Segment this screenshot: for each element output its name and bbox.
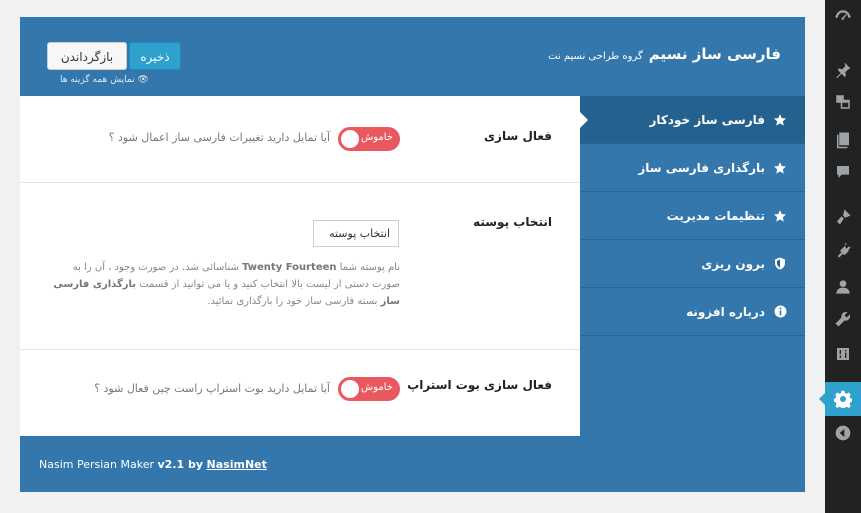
setting-question: آیا تمایل دارید بوت استراپ راست چین فعال…: [94, 382, 330, 395]
tools-icon[interactable]: [825, 302, 861, 336]
appearance-icon[interactable]: [825, 200, 861, 234]
nav-item-export[interactable]: برون ریزی: [580, 240, 805, 288]
show-all-options-link[interactable]: 👁 نمایش همه گزینه ها: [60, 75, 149, 85]
info-icon: [773, 305, 787, 319]
setting-label: انتخاب پوسته: [473, 215, 552, 229]
skin-desc-text: نام پوسته شما: [339, 262, 400, 273]
nav-item-label: برون ریزی: [701, 256, 765, 271]
setting-row-activate: فعال سازی خاموش آیا تمایل دارید تغییرات …: [20, 96, 580, 183]
panel-header: فارسی ساز نسیم گروه طراحی نسیم نت ذخیره …: [20, 17, 805, 96]
skin-desc-text: بسته فارسی ساز خود را بارگذاری نمائید.: [207, 296, 378, 307]
toggle-knob: [341, 380, 359, 398]
eye-icon: 👁: [137, 75, 149, 85]
setting-label: فعال سازی بوت استراپ: [407, 378, 552, 392]
setting-row-skin: انتخاب پوسته انتخاب پوسته نام پوسته شما …: [20, 183, 580, 350]
app-title: فارسی ساز نسیم: [648, 45, 781, 63]
media-icon[interactable]: [825, 85, 861, 119]
collapse-menu-icon[interactable]: [825, 416, 861, 450]
shield-icon: [773, 257, 787, 271]
admin-sidebar: [819, 0, 861, 513]
nav-item-upload-persian[interactable]: بارگذاری فارسی ساز: [580, 144, 805, 192]
nav-item-about[interactable]: درباره افزونه: [580, 288, 805, 336]
setting-label: فعال سازی: [484, 129, 552, 143]
toggle-state-label: خاموش: [361, 132, 393, 143]
nav-item-auto-persian[interactable]: فارسی ساز خودکار: [580, 96, 805, 144]
nav-item-admin-settings[interactable]: تنظیمات مدیریت: [580, 192, 805, 240]
title-group: فارسی ساز نسیم گروه طراحی نسیم نت: [548, 45, 781, 63]
app-subtitle: گروه طراحی نسیم نت: [548, 51, 643, 62]
comments-icon[interactable]: [825, 155, 861, 189]
skin-select[interactable]: انتخاب پوسته: [313, 220, 399, 247]
show-all-options-label: نمایش همه گزینه ها: [60, 75, 135, 85]
star-icon: [773, 209, 787, 223]
save-button[interactable]: ذخیره: [129, 42, 181, 70]
panel-footer: Nasim Persian Maker v2.1 by NasimNet: [39, 458, 267, 471]
options-content: فعال سازی خاموش آیا تمایل دارید تغییرات …: [20, 96, 580, 436]
footer-version: v2.1 by: [157, 458, 204, 471]
reset-button[interactable]: بازگرداندن: [47, 42, 127, 70]
pages-icon[interactable]: [825, 123, 861, 157]
nav-item-label: درباره افزونه: [686, 304, 765, 319]
dashboard-icon[interactable]: [825, 0, 861, 34]
theme-name: Twenty Fourteen: [242, 262, 337, 273]
author-link[interactable]: NasimNet: [207, 458, 267, 471]
star-icon: [773, 161, 787, 175]
pin-icon[interactable]: [825, 53, 861, 87]
users-icon[interactable]: [825, 270, 861, 304]
options-panel: فارسی ساز نسیم گروه طراحی نسیم نت ذخیره …: [20, 17, 805, 492]
setting-question: آیا تمایل دارید تغییرات فارسی ساز اعمال …: [108, 131, 330, 144]
nav-item-label: فارسی ساز خودکار: [649, 112, 765, 127]
bootstrap-toggle[interactable]: خاموش: [338, 377, 400, 401]
settings-sliders-icon[interactable]: [825, 337, 861, 371]
footer-product: Nasim Persian Maker: [39, 458, 154, 471]
toggle-knob: [341, 130, 359, 148]
activate-toggle[interactable]: خاموش: [338, 127, 400, 151]
toggle-state-label: خاموش: [361, 382, 393, 393]
setting-row-bootstrap: فعال سازی بوت استراپ خاموش آیا تمایل دار…: [20, 350, 580, 436]
plugins-icon[interactable]: [825, 233, 861, 267]
nav-item-label: تنظیمات مدیریت: [666, 208, 765, 223]
settings-gear-icon[interactable]: [819, 382, 861, 416]
skin-description: نام پوسته شما Twenty Fourteen شناسائی شد…: [50, 259, 400, 310]
options-nav: فارسی ساز خودکار بارگذاری فارسی ساز تنظی…: [580, 96, 805, 336]
star-icon: [773, 113, 787, 127]
nav-item-label: بارگذاری فارسی ساز: [638, 160, 765, 175]
